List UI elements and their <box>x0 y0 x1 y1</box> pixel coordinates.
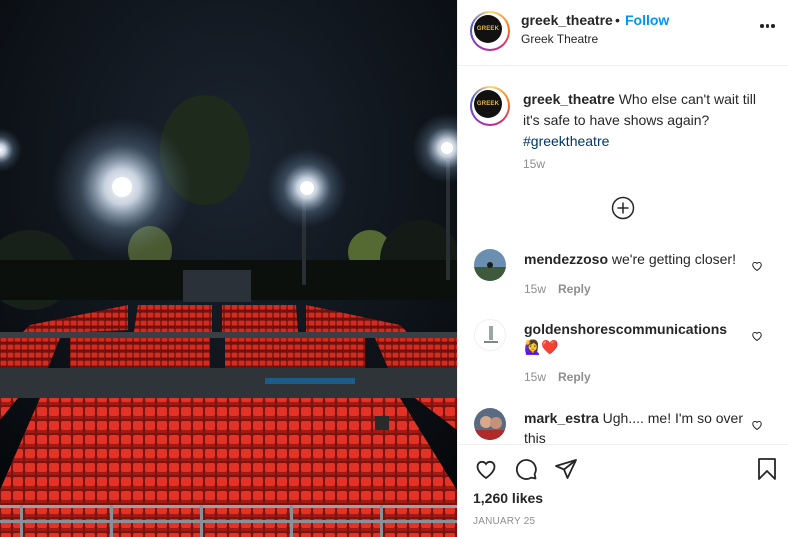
comment-username[interactable]: mark_estra <box>524 410 599 426</box>
caption-username[interactable]: greek_theatre <box>523 91 615 107</box>
post-photo[interactable] <box>0 0 457 537</box>
comments-section[interactable]: GREEK greek_theatre Who else can't wait … <box>458 67 788 443</box>
avatar[interactable] <box>474 249 506 281</box>
post-side-panel: GREEK greek_theatre • Follow Greek Theat… <box>457 0 788 537</box>
avatar[interactable]: GREEK <box>470 11 510 51</box>
heart-icon[interactable] <box>751 419 763 431</box>
post-header: GREEK greek_theatre • Follow Greek Theat… <box>458 0 788 66</box>
comment-emoji: 🙋‍♀️❤️ <box>524 339 559 355</box>
share-icon[interactable] <box>554 457 578 481</box>
avatar[interactable] <box>474 408 506 440</box>
greek-theatre-logo: GREEK <box>474 15 502 43</box>
bookmark-icon[interactable] <box>755 457 779 481</box>
plus-circle-icon[interactable] <box>611 196 635 220</box>
follow-button[interactable]: Follow <box>625 12 669 28</box>
post-date[interactable]: January 25 <box>473 516 535 527</box>
post-username[interactable]: greek_theatre <box>521 12 613 28</box>
comment-icon[interactable] <box>514 457 538 481</box>
reply-button[interactable]: Reply <box>558 370 591 384</box>
comment-time[interactable]: 15w <box>524 370 546 384</box>
comment-text: we're getting closer! <box>611 251 736 267</box>
greek-theatre-logo: GREEK <box>474 90 502 118</box>
heart-icon[interactable] <box>474 457 498 481</box>
hashtag-link[interactable]: #greektheatre <box>523 133 609 149</box>
theatre-photo <box>0 0 457 537</box>
avatar[interactable] <box>474 319 506 351</box>
post-actions: 1,260 likes January 25 <box>458 444 788 537</box>
caption-avatar[interactable]: GREEK <box>470 86 510 126</box>
likes-count[interactable]: 1,260 likes <box>473 490 543 506</box>
more-options-icon[interactable] <box>760 24 775 28</box>
comment-time[interactable]: 15w <box>524 282 546 296</box>
separator-dot: • <box>615 12 620 28</box>
comment-username[interactable]: goldenshorescommunications <box>524 321 727 337</box>
orchestra-seating <box>0 398 457 537</box>
reply-button[interactable]: Reply <box>558 282 591 296</box>
comment-username[interactable]: mendezzoso <box>524 251 608 267</box>
heart-icon[interactable] <box>751 330 763 342</box>
post-modal: GREEK greek_theatre • Follow Greek Theat… <box>0 0 788 537</box>
post-caption: greek_theatre Who else can't wait till i… <box>523 89 773 152</box>
heart-icon[interactable] <box>751 260 763 272</box>
caption-time[interactable]: 15w <box>523 157 545 171</box>
location-link[interactable]: Greek Theatre <box>521 32 598 46</box>
